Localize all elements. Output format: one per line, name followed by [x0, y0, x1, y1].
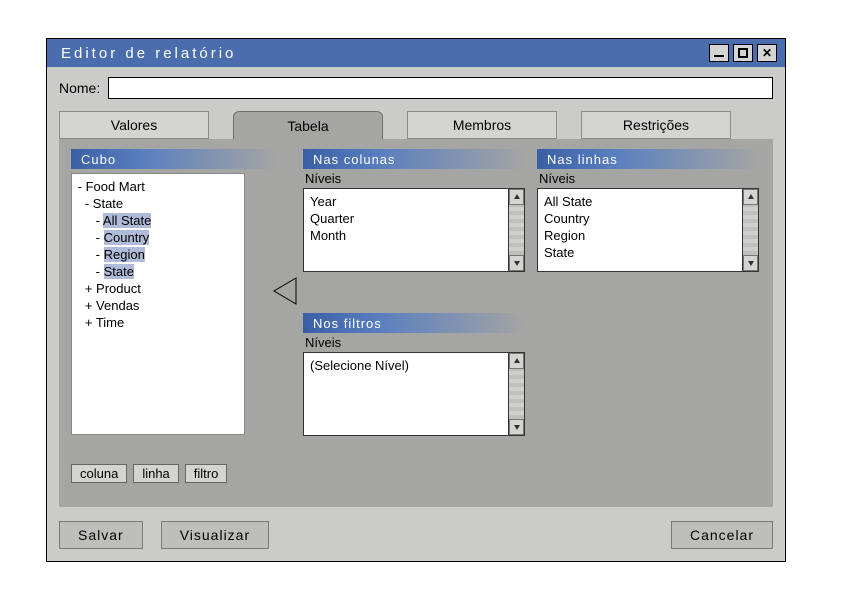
- tree-leaf[interactable]: - All State: [74, 212, 242, 229]
- cube-tree[interactable]: - Food Mart - State - All State - Countr…: [71, 173, 245, 435]
- tree-root[interactable]: - Food Mart: [74, 178, 242, 195]
- visualizar-button[interactable]: Visualizar: [161, 521, 269, 549]
- move-left-button[interactable]: [273, 277, 297, 305]
- close-button[interactable]: ✕: [757, 44, 777, 62]
- content-area: Cubo - Food Mart - State - All State - C…: [59, 139, 773, 507]
- scroll-up-button[interactable]: [509, 189, 524, 205]
- titlebar: Editor de relatório ✕: [47, 39, 785, 67]
- close-icon: ✕: [762, 46, 772, 60]
- columns-header: Nas colunas: [303, 149, 525, 169]
- minimize-icon: [714, 55, 724, 57]
- tab-restricoes[interactable]: Restrições: [581, 111, 731, 139]
- scroll-track[interactable]: [509, 205, 524, 255]
- scroll-track[interactable]: [509, 369, 524, 419]
- tab-tabela[interactable]: Tabela: [233, 111, 383, 139]
- linha-button[interactable]: linha: [133, 464, 178, 483]
- filters-header: Nos filtros: [303, 313, 525, 333]
- list-item[interactable]: All State: [544, 193, 736, 210]
- rows-header: Nas linhas: [537, 149, 759, 169]
- list-item[interactable]: Quarter: [310, 210, 502, 227]
- scroll-up-button[interactable]: [509, 353, 524, 369]
- tree-node-product[interactable]: + Product: [74, 280, 242, 297]
- coluna-button[interactable]: coluna: [71, 464, 127, 483]
- filters-panel: Nos filtros Níveis (Selecione Nível): [303, 313, 525, 436]
- minimize-button[interactable]: [709, 44, 729, 62]
- scroll-down-button[interactable]: [509, 255, 524, 271]
- tree-node-state[interactable]: - State: [74, 195, 242, 212]
- tree-leaf[interactable]: - Country: [74, 229, 242, 246]
- chevron-up-icon: [747, 193, 755, 201]
- maximize-icon: [738, 48, 748, 58]
- tree-node-time[interactable]: + Time: [74, 314, 242, 331]
- tree-node-vendas[interactable]: + Vendas: [74, 297, 242, 314]
- rows-scrollbar[interactable]: [743, 188, 759, 272]
- list-item[interactable]: State: [544, 244, 736, 261]
- name-input[interactable]: [108, 77, 773, 99]
- cube-header: Cubo: [71, 149, 277, 169]
- scroll-up-button[interactable]: [743, 189, 758, 205]
- columns-listbox[interactable]: Year Quarter Month: [303, 188, 509, 272]
- chevron-down-icon: [513, 259, 521, 267]
- name-row: Nome:: [47, 67, 785, 107]
- list-item[interactable]: Region: [544, 227, 736, 244]
- tab-membros[interactable]: Membros: [407, 111, 557, 139]
- footer-buttons: Salvar Visualizar Cancelar: [59, 521, 773, 549]
- scroll-down-button[interactable]: [509, 419, 524, 435]
- filtro-button[interactable]: filtro: [185, 464, 228, 483]
- chevron-up-icon: [513, 193, 521, 201]
- chevron-down-icon: [747, 259, 755, 267]
- list-item[interactable]: Year: [310, 193, 502, 210]
- rows-panel: Nas linhas Níveis All State Country Regi…: [537, 149, 759, 272]
- cube-panel: Cubo - Food Mart - State - All State - C…: [71, 149, 277, 435]
- scroll-track[interactable]: [743, 205, 758, 255]
- maximize-button[interactable]: [733, 44, 753, 62]
- filters-levels-label: Níveis: [303, 335, 525, 350]
- scroll-down-button[interactable]: [743, 255, 758, 271]
- rows-listbox[interactable]: All State Country Region State: [537, 188, 743, 272]
- editor-window: Editor de relatório ✕ Nome: Valores Tabe…: [46, 38, 786, 562]
- list-item[interactable]: Country: [544, 210, 736, 227]
- tabs-row: Valores Tabela Membros Restrições: [47, 107, 785, 139]
- window-title: Editor de relatório: [61, 45, 236, 62]
- cancelar-button[interactable]: Cancelar: [671, 521, 773, 549]
- tree-leaf[interactable]: - Region: [74, 246, 242, 263]
- window-controls: ✕: [709, 44, 777, 62]
- list-item[interactable]: Month: [310, 227, 502, 244]
- placement-buttons: coluna linha filtro: [71, 464, 227, 483]
- columns-panel: Nas colunas Níveis Year Quarter Month: [303, 149, 525, 272]
- rows-levels-label: Níveis: [537, 171, 759, 186]
- filters-scrollbar[interactable]: [509, 352, 525, 436]
- chevron-down-icon: [513, 423, 521, 431]
- tab-valores[interactable]: Valores: [59, 111, 209, 139]
- columns-levels-label: Níveis: [303, 171, 525, 186]
- list-item-placeholder[interactable]: (Selecione Nível): [310, 357, 502, 374]
- name-label: Nome:: [59, 80, 100, 96]
- filters-listbox[interactable]: (Selecione Nível): [303, 352, 509, 436]
- arrow-left-icon: [273, 277, 297, 305]
- tree-leaf[interactable]: - State: [74, 263, 242, 280]
- chevron-up-icon: [513, 357, 521, 365]
- columns-scrollbar[interactable]: [509, 188, 525, 272]
- salvar-button[interactable]: Salvar: [59, 521, 143, 549]
